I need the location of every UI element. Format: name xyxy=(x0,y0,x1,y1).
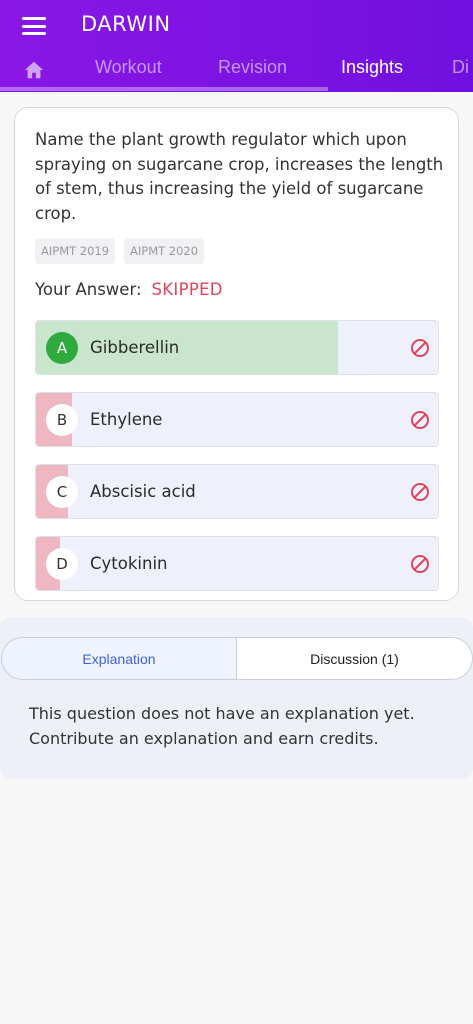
tab-scroll-indicator xyxy=(0,87,328,91)
tab-di[interactable]: Di xyxy=(452,57,469,78)
exam-tag: AIPMT 2019 xyxy=(35,238,116,264)
skipped-icon xyxy=(411,555,429,573)
option-letter: D xyxy=(46,548,78,580)
menu-line xyxy=(22,24,46,28)
home-icon[interactable] xyxy=(23,59,45,81)
skipped-icon xyxy=(411,483,429,501)
option-letter: B xyxy=(46,404,78,436)
option-text: Gibberellin xyxy=(90,338,180,357)
skipped-icon xyxy=(411,339,429,357)
your-answer-value: SKIPPED xyxy=(151,280,223,299)
exam-tag: AIPMT 2020 xyxy=(124,238,205,264)
app-title: DARWIN xyxy=(81,12,171,36)
menu-line xyxy=(22,17,46,20)
option-letter: A xyxy=(46,332,78,364)
tab-explanation[interactable]: Explanation xyxy=(1,637,237,680)
question-text: Name the plant growth regulator which up… xyxy=(35,130,444,223)
option-d[interactable]: D Cytokinin xyxy=(35,536,439,591)
menu-icon[interactable] xyxy=(18,14,50,38)
option-text: Ethylene xyxy=(90,410,163,429)
option-share-bar xyxy=(36,321,338,374)
option-text: Cytokinin xyxy=(90,554,168,573)
option-c[interactable]: C Abscisic acid xyxy=(35,464,439,519)
your-answer-label: Your Answer: xyxy=(35,280,142,299)
explanation-section: Explanation Discussion (1) This question… xyxy=(0,617,473,779)
tab-discussion[interactable]: Discussion (1) xyxy=(237,637,473,680)
option-a[interactable]: A Gibberellin xyxy=(35,320,439,375)
tab-workout[interactable]: Workout xyxy=(95,57,162,78)
explanation-text: This question does not have an explanati… xyxy=(29,704,415,748)
option-letter: C xyxy=(46,476,78,508)
option-text: Abscisic acid xyxy=(90,482,196,501)
nav-tabs: Workout Revision Insights Di xyxy=(0,50,473,92)
your-answer-row: Your Answer: SKIPPED xyxy=(35,280,223,299)
tab-revision[interactable]: Revision xyxy=(218,57,287,78)
app-bar: DARWIN Workout Revision Insights Di xyxy=(0,0,473,92)
option-b[interactable]: B Ethylene xyxy=(35,392,439,447)
tab-insights[interactable]: Insights xyxy=(341,57,403,78)
explanation-tabs: Explanation Discussion (1) xyxy=(1,637,473,680)
skipped-icon xyxy=(411,411,429,429)
menu-line xyxy=(22,32,46,35)
question-card: Name the plant growth regulator which up… xyxy=(14,107,459,601)
